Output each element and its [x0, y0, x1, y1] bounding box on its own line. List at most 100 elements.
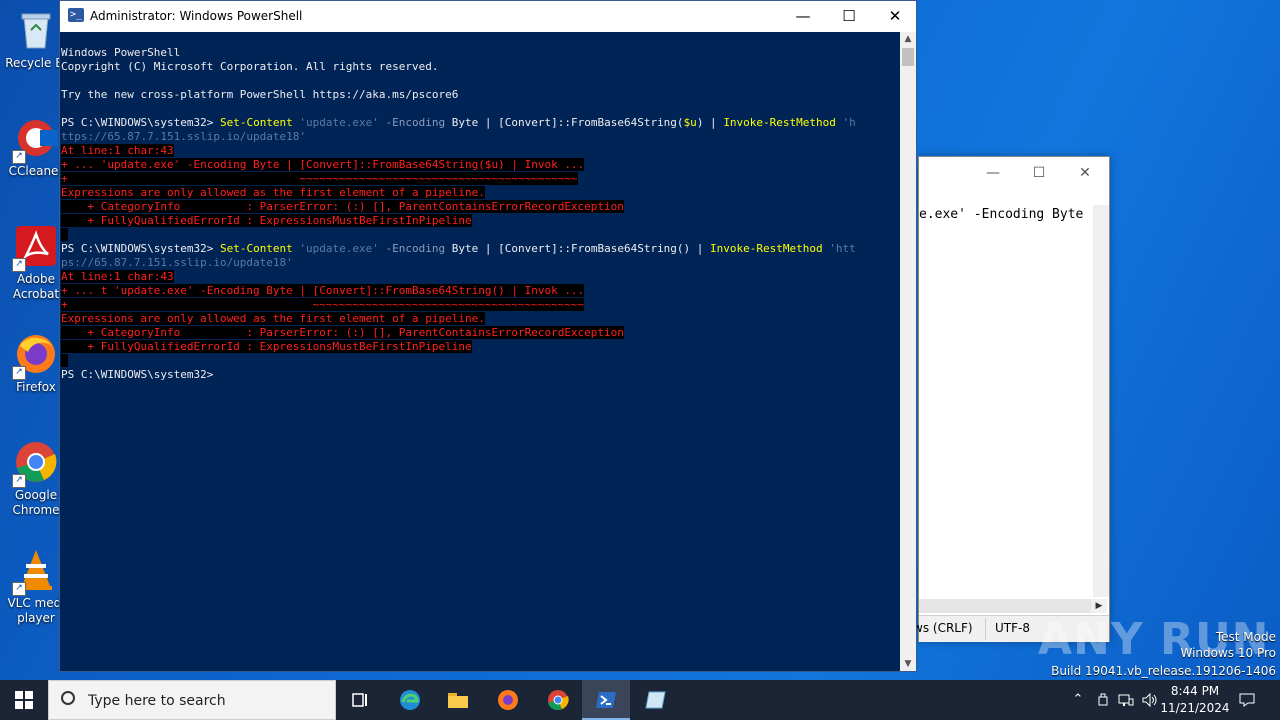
parameter-token: -Encoding: [378, 242, 446, 255]
scrollbar-thumb[interactable]: [902, 48, 914, 66]
taskbar-clock[interactable]: 8:44 PM 11/21/2024: [1160, 683, 1230, 717]
console-line-empty: [61, 74, 899, 88]
clock-time: 8:44 PM: [1170, 684, 1220, 698]
shortcut-arrow-icon: ↗: [12, 150, 26, 164]
error-location: At line:1 char:43: [61, 144, 174, 157]
minimize-button[interactable]: —: [780, 1, 826, 32]
selection-block: [61, 228, 68, 241]
console-output[interactable]: Windows PowerShell Copyright (C) Microsof…: [61, 32, 899, 671]
notepad-titlebar[interactable]: — ☐ ✕: [919, 157, 1109, 187]
error-code: + ... 'update.exe' -Encoding Byte | [Con…: [61, 158, 585, 171]
scroll-down-icon[interactable]: ▼: [900, 657, 916, 671]
acrobat-icon: ↗: [12, 224, 58, 272]
error-category: + CategoryInfo : ParserError: (:) [], Pa…: [61, 326, 624, 339]
task-view-icon: [352, 693, 367, 707]
taskbar-notepad[interactable]: [632, 680, 680, 720]
taskbar-edge[interactable]: [386, 680, 434, 720]
notepad-icon: [645, 691, 666, 709]
status-divider: [985, 618, 986, 640]
error-underline: + ~~~~~~~~~~~~~~~~~~~~~~~~~~~~~~~~~~~~~~…: [61, 298, 585, 311]
string-token: 'h: [835, 116, 856, 129]
firefox-icon: ↗: [12, 332, 58, 380]
network-icon[interactable]: [1116, 680, 1136, 720]
text-token: Byte | [Convert]::FromBase64String(: [445, 116, 684, 129]
variable-token: $u: [683, 116, 697, 129]
scroll-up-icon[interactable]: ▲: [900, 32, 916, 46]
powershell-window[interactable]: >_ Administrator: Windows PowerShell — ☐…: [59, 0, 917, 672]
shortcut-arrow-icon: ↗: [12, 582, 26, 596]
test-mode-text: Test Mode: [1215, 630, 1276, 644]
command-wrap-line: ttps://65.87.7.151.sslip.io/update18': [61, 130, 307, 143]
console-line-empty: [61, 102, 899, 116]
minimize-button[interactable]: —: [973, 161, 1013, 185]
encoding-status: UTF-8: [995, 621, 1030, 635]
search-placeholder: Type here to search: [88, 693, 226, 709]
notification-icon[interactable]: [1236, 680, 1258, 720]
prompt: PS C:\WINDOWS\system32>: [61, 116, 220, 129]
error-message: Expressions are only allowed as the firs…: [61, 312, 485, 325]
error-id: + FullyQualifiedErrorId : ExpressionsMus…: [61, 340, 472, 353]
notepad-window[interactable]: — ☐ ✕ e.exe' -Encoding Byte ▶ ws (CRLF) …: [913, 156, 1110, 642]
recycle-bin-icon: [14, 8, 58, 52]
usb-icon[interactable]: [1094, 680, 1112, 720]
taskbar-firefox[interactable]: [484, 680, 532, 720]
show-hidden-icons-icon[interactable]: ⌃: [1070, 680, 1086, 720]
vlc-icon: ↗: [12, 548, 58, 596]
command-line-2: PS C:\WINDOWS\system32> Set-Content 'upd…: [61, 242, 899, 256]
cmdlet-token: Invoke-RestMethod: [723, 116, 836, 129]
cmdlet-token: Set-Content: [219, 116, 293, 129]
notepad-vertical-scrollbar[interactable]: [1093, 205, 1109, 597]
close-button[interactable]: ✕: [1065, 161, 1105, 185]
folder-icon: [448, 693, 468, 708]
build-text: Build 19041.vb_release.191206-1406: [1051, 664, 1276, 678]
prompt: PS C:\WINDOWS\system32>: [61, 242, 220, 255]
error-code: + ... t 'update.exe' -Encoding Byte | [C…: [61, 284, 585, 297]
clock-date: 11/21/2024: [1160, 701, 1230, 715]
line-ending-status: ws (CRLF): [913, 621, 973, 635]
start-button[interactable]: [0, 680, 48, 720]
string-token: 'update.exe': [292, 242, 379, 255]
chrome-icon: ↗: [12, 440, 58, 488]
error-underline: + ~~~~~~~~~~~~~~~~~~~~~~~~~~~~~~~~~~~~~~…: [61, 172, 578, 185]
notepad-text-area[interactable]: e.exe' -Encoding Byte: [919, 207, 1083, 222]
text-token: ) |: [696, 116, 724, 129]
taskbar-file-explorer[interactable]: [434, 680, 482, 720]
taskbar-powershell[interactable]: [582, 680, 630, 720]
string-token: 'update.exe': [292, 116, 379, 129]
powershell-titlebar[interactable]: >_ Administrator: Windows PowerShell — ☐…: [60, 1, 916, 32]
ccleaner-icon: ↗: [12, 116, 58, 164]
command-line-1: PS C:\WINDOWS\system32> Set-Content 'upd…: [61, 116, 899, 130]
powershell-icon: >_: [68, 8, 84, 22]
search-icon: [61, 691, 75, 705]
taskbar-search-box[interactable]: Type here to search: [48, 680, 336, 720]
command-wrap-line: ps://65.87.7.151.sslip.io/update18': [61, 256, 293, 269]
os-edition-text: Windows 10 Pro: [1180, 646, 1276, 660]
string-token: 'htt: [822, 242, 856, 255]
shortcut-arrow-icon: ↗: [12, 366, 26, 380]
error-message: Expressions are only allowed as the firs…: [61, 186, 485, 199]
notepad-horizontal-scrollbar[interactable]: [919, 599, 1091, 613]
error-category: + CategoryInfo : ParserError: (:) [], Pa…: [61, 200, 624, 213]
error-id: + FullyQualifiedErrorId : ExpressionsMus…: [61, 214, 472, 227]
scroll-right-icon[interactable]: ▶: [1091, 599, 1107, 613]
task-view-button[interactable]: [336, 680, 384, 720]
console-line: Windows PowerShell: [61, 46, 181, 59]
firefox-icon: [498, 690, 518, 710]
taskbar-chrome[interactable]: [534, 680, 582, 720]
shortcut-arrow-icon: ↗: [12, 474, 26, 488]
close-button[interactable]: ✕: [872, 1, 918, 32]
powershell-icon: [596, 692, 616, 708]
edge-icon: [400, 690, 420, 710]
console-vertical-scrollbar[interactable]: ▲ ▼: [900, 32, 916, 671]
final-prompt[interactable]: PS C:\WINDOWS\system32>: [61, 368, 899, 382]
cmdlet-token: Set-Content: [219, 242, 293, 255]
parameter-token: -Encoding: [378, 116, 446, 129]
maximize-button[interactable]: ☐: [1019, 161, 1059, 185]
window-title: Administrator: Windows PowerShell: [90, 9, 303, 23]
maximize-button[interactable]: ☐: [826, 1, 872, 32]
text-token: Byte | [Convert]::FromBase64String() |: [445, 242, 711, 255]
cmdlet-token: Invoke-RestMethod: [710, 242, 823, 255]
chrome-icon: [548, 690, 569, 711]
volume-icon[interactable]: [1140, 680, 1160, 720]
console-line: Try the new cross-platform PowerShell ht…: [61, 88, 459, 101]
